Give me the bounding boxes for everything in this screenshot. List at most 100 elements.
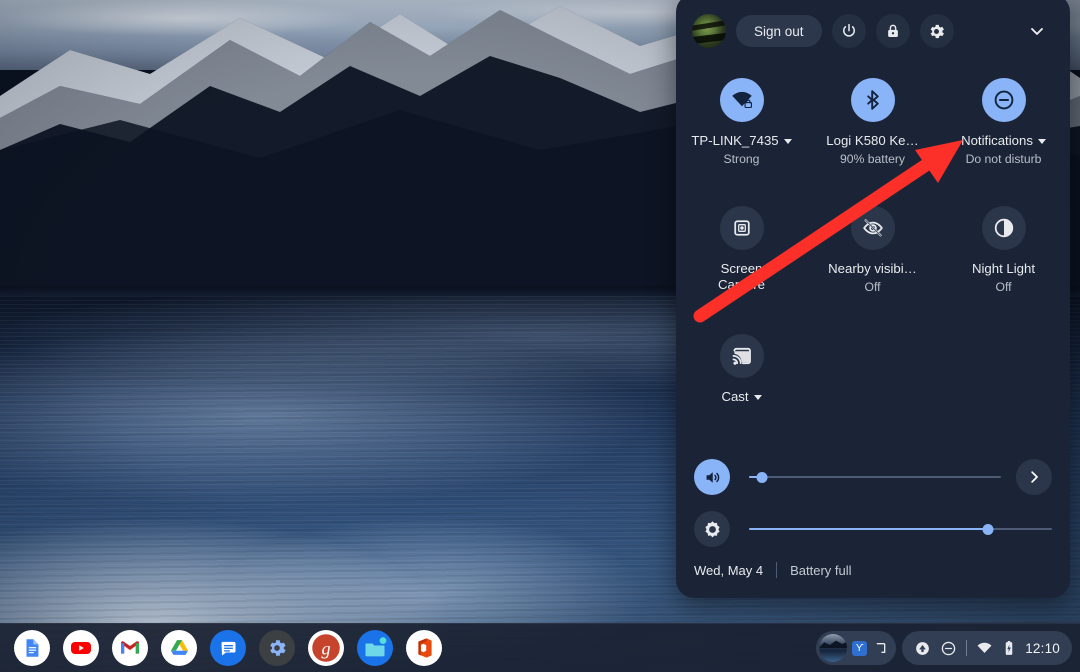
- tray-divider: [966, 640, 968, 656]
- screen-capture-icon: [733, 220, 750, 236]
- lock-button[interactable]: [875, 14, 910, 48]
- network-tile-icon: [719, 78, 764, 122]
- bluetooth-device-name: Logi K580 Ke…: [826, 133, 919, 148]
- google-docs-icon: [26, 639, 39, 657]
- gmail-icon: [121, 641, 139, 654]
- chevron-down-icon: [1031, 28, 1043, 35]
- volume-track[interactable]: [749, 459, 1001, 495]
- shelf-app-google-drive[interactable]: [161, 630, 197, 666]
- groupon-icon: g: [312, 634, 340, 662]
- feature-tiles: TP-LINK_7435 Strong Logi K580 Ke… 90% ba…: [676, 70, 1070, 454]
- night-light-icon: [994, 218, 1013, 238]
- volume-button[interactable]: [694, 459, 730, 495]
- shelf-app-gmail[interactable]: [112, 630, 148, 666]
- user-avatar[interactable]: [692, 14, 726, 48]
- brightness-icon: [704, 520, 720, 537]
- tray-ime-pill[interactable]: ϒ: [816, 631, 897, 665]
- shelf-app-groupon[interactable]: g: [308, 630, 344, 666]
- do-not-disturb-icon[interactable]: [940, 640, 957, 657]
- bluetooth-tile-icon: [850, 78, 895, 122]
- battery-icon[interactable]: [1002, 640, 1016, 657]
- collapse-button[interactable]: [1020, 14, 1054, 48]
- overview-desks-icon[interactable]: [872, 640, 888, 656]
- date-label[interactable]: Wed, May 4: [694, 563, 763, 578]
- settings-button[interactable]: [919, 14, 954, 48]
- brightness-thumb[interactable]: [982, 523, 994, 535]
- sign-out-button[interactable]: Sign out: [736, 15, 822, 47]
- nearby-visibility-tile-label: Nearby visibi…: [828, 261, 917, 276]
- notifications-tile-sub: Do not disturb: [965, 152, 1042, 166]
- do-not-disturb-icon: [994, 90, 1013, 110]
- screen-capture-tile-label: Screen Capture: [718, 261, 765, 292]
- chevron-down-icon[interactable]: [753, 394, 762, 400]
- gear-icon: [270, 640, 286, 656]
- brightness-fill: [749, 527, 989, 531]
- shelf-app-office[interactable]: [406, 630, 442, 666]
- chevron-right-icon: [1031, 471, 1038, 483]
- power-button[interactable]: [831, 14, 866, 48]
- wifi-icon[interactable]: [976, 640, 993, 657]
- shelf-app-files[interactable]: [357, 630, 393, 666]
- shelf-app-youtube[interactable]: [63, 630, 99, 666]
- tile-network[interactable]: TP-LINK_7435 Strong: [676, 70, 807, 198]
- bluetooth-tile-label: Logi K580 Ke…: [826, 133, 918, 149]
- cast-name: Cast: [721, 389, 749, 404]
- night-light-tile-label: Night Light: [971, 261, 1036, 276]
- youtube-icon: [71, 642, 91, 654]
- nearby-visibility-tile-sub: Off: [864, 280, 881, 294]
- night-light-tile-sub: Off: [995, 280, 1012, 294]
- svg-text:g: g: [321, 639, 330, 659]
- shelf-app-list: g: [8, 624, 442, 672]
- messages-icon: [221, 641, 235, 655]
- bluetooth-tile-sub: 90% battery: [839, 152, 906, 166]
- tile-screen-capture[interactable]: Screen Capture: [676, 198, 807, 326]
- shelf-app-google-docs[interactable]: [14, 630, 50, 666]
- lock-icon: [887, 24, 898, 37]
- wifi-locked-icon: [731, 91, 752, 108]
- ime-indicator[interactable]: ϒ: [852, 640, 868, 656]
- quick-settings-panel: Sign out TP-LINK_7435 Strong Logi K580 K…: [676, 0, 1070, 598]
- quick-settings-footer: Wed, May 4 Battery full: [694, 562, 852, 578]
- audio-settings-button[interactable]: [1016, 459, 1052, 495]
- chromeos-desktop: Sign out TP-LINK_7435 Strong Logi K580 K…: [0, 0, 1080, 672]
- office-icon: [418, 638, 432, 658]
- tray-status-pill[interactable]: 12:10: [902, 631, 1072, 665]
- network-name: TP-LINK_7435: [691, 133, 779, 148]
- files-icon: [360, 633, 390, 663]
- clock[interactable]: 12:10: [1025, 641, 1060, 656]
- chevron-down-icon[interactable]: [1037, 138, 1046, 144]
- cast-tile-label: Cast: [721, 389, 762, 405]
- chevron-down-icon[interactable]: [783, 138, 792, 144]
- bluetooth-icon: [866, 90, 879, 110]
- shelf-app-settings[interactable]: [259, 630, 295, 666]
- volume-slider-row: [694, 454, 1052, 500]
- brightness-slider-row: [694, 506, 1052, 552]
- brightness-track[interactable]: [749, 511, 1052, 547]
- shelf-app-messages[interactable]: [210, 630, 246, 666]
- cast-tile-icon: [719, 334, 764, 378]
- cast-icon: [732, 347, 751, 365]
- volume-icon: [706, 471, 719, 483]
- tile-notifications[interactable]: Notifications Do not disturb: [938, 70, 1069, 198]
- tile-night-light[interactable]: Night Light Off: [938, 198, 1069, 326]
- system-tray: ϒ 12:10: [816, 630, 1072, 666]
- network-tile-sub: Strong: [723, 152, 760, 166]
- network-tile-label: TP-LINK_7435: [691, 133, 792, 149]
- battery-label[interactable]: Battery full: [790, 563, 851, 578]
- tile-cast[interactable]: Cast: [676, 326, 807, 454]
- desk-preview-thumbnail[interactable]: [819, 634, 848, 662]
- night-light-tile-icon: [981, 206, 1026, 250]
- brightness-button[interactable]: [694, 511, 730, 547]
- volume-thumb[interactable]: [756, 471, 768, 483]
- tile-nearby-visibility[interactable]: Nearby visibi… Off: [807, 198, 938, 326]
- power-icon: [842, 23, 855, 37]
- google-drive-icon: [170, 639, 188, 655]
- quick-settings-header: Sign out: [676, 0, 1070, 62]
- shelf: g ϒ 12:10: [0, 623, 1080, 672]
- nearby-visibility-tile-icon: [850, 206, 895, 250]
- gear-icon: [930, 24, 944, 38]
- notifications-tile-label: Notifications: [961, 133, 1046, 149]
- tile-bluetooth[interactable]: Logi K580 Ke… 90% battery: [807, 70, 938, 198]
- footer-divider: [776, 562, 778, 578]
- update-icon[interactable]: [914, 640, 931, 657]
